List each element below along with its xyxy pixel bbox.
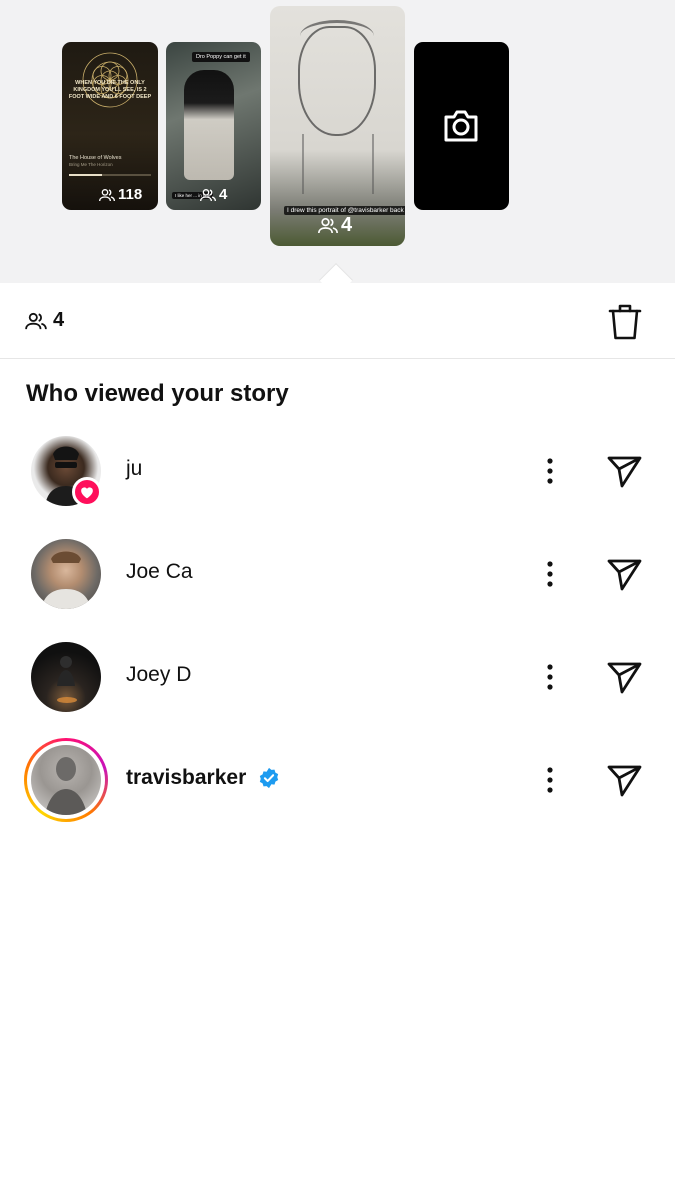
viewer-row[interactable]: Joey D [0, 637, 675, 717]
add-story-camera-button[interactable] [414, 42, 509, 210]
avatar-silhouette [57, 656, 77, 703]
viewer-row[interactable]: Joe Ca [0, 534, 675, 614]
avatar[interactable] [31, 642, 101, 712]
viewer-row[interactable]: travisbarker [0, 738, 675, 822]
story-view-count: 118 [99, 186, 142, 203]
trash-icon[interactable] [608, 303, 642, 341]
avatar[interactable] [31, 745, 101, 815]
more-options-icon[interactable] [538, 659, 562, 695]
song-progress [69, 174, 151, 176]
story-view-count: 4 [318, 214, 352, 237]
send-message-icon[interactable] [604, 760, 644, 800]
story-caption-top: Dro Poppy can get it [192, 52, 250, 62]
more-options-icon[interactable] [538, 762, 562, 798]
viewer-name[interactable]: Joey D [126, 663, 191, 687]
viewers-icon [318, 218, 338, 234]
sketch-neck [302, 134, 374, 194]
heart-icon [81, 486, 93, 498]
viewers-icon [200, 188, 216, 201]
section-title: Who viewed your story [26, 380, 289, 407]
total-viewers[interactable]: 4 [25, 309, 64, 332]
viewers-icon [25, 312, 47, 329]
liked-heart-badge [72, 477, 102, 507]
story-stats-bar: 4 [0, 283, 675, 359]
song-artist: Bring Me The Horizon [69, 162, 113, 167]
viewer-row[interactable]: ju [0, 431, 675, 511]
sketch-face [298, 26, 376, 136]
avatar-silhouette [45, 757, 87, 815]
story-view-count: 4 [200, 186, 227, 203]
avatar-silhouette [41, 551, 91, 609]
avatar[interactable] [31, 539, 101, 609]
send-message-icon[interactable] [604, 451, 644, 491]
story-photo-figure [184, 70, 234, 180]
more-options-icon[interactable] [538, 453, 562, 489]
send-message-icon[interactable] [604, 657, 644, 697]
story-lyric: WHEN YOU DIE THE ONLY KINGDOM YOU'LL SEE… [68, 80, 152, 100]
verified-badge-icon [259, 767, 279, 789]
viewer-name[interactable]: travisbarker [126, 766, 246, 790]
total-viewers-count: 4 [53, 309, 65, 331]
viewer-name[interactable]: ju [126, 457, 142, 481]
story-thumbnail-3-selected[interactable]: I drew this portrait of @travisbarker ba… [270, 6, 405, 246]
song-title: The House of Wolves [69, 155, 122, 161]
viewer-name[interactable]: Joe Ca [126, 560, 193, 584]
more-options-icon[interactable] [538, 556, 562, 592]
story-thumbnail-2[interactable]: Dro Poppy can get it I like her ... in f… [166, 42, 261, 210]
viewers-icon [99, 188, 115, 201]
send-message-icon[interactable] [604, 554, 644, 594]
story-thumbnail-1[interactable]: WHEN YOU DIE THE ONLY KINGDOM YOU'LL SEE… [62, 42, 158, 210]
camera-icon [444, 110, 478, 142]
story-tray: WHEN YOU DIE THE ONLY KINGDOM YOU'LL SEE… [0, 0, 675, 297]
